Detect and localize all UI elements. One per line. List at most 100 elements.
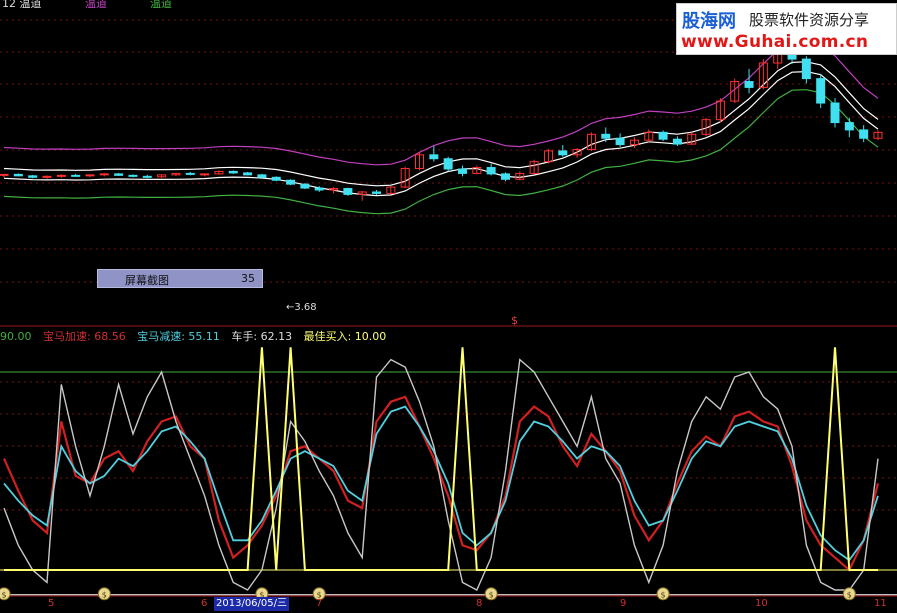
legend-jiansu: 宝马减速: 55.11 [137, 330, 220, 343]
x-tick: 9 [620, 598, 627, 609]
candle [128, 174, 138, 178]
legend-chezhou: 车手: 62.13 [231, 330, 293, 343]
candle-body [744, 81, 754, 88]
logo-slogan: 股票软件资源分享 [749, 11, 870, 29]
legend-jiasu: 宝马加速: 68.56 [43, 330, 126, 343]
candle [0, 173, 9, 178]
candle-body [801, 58, 811, 80]
candle-body [85, 174, 95, 177]
candle [343, 187, 353, 196]
price-low-label: ←3.68 [286, 302, 317, 313]
upper-band [3, 40, 879, 166]
candle-body [142, 175, 152, 178]
main-chart[interactable]: $ $ $ $ $ $ $ [0, 0, 897, 613]
candle [615, 133, 625, 148]
candle-body [128, 174, 138, 177]
candle [257, 173, 267, 178]
candle [214, 170, 224, 175]
candle [844, 117, 854, 138]
indicator-lines [0, 347, 897, 596]
candle [515, 171, 525, 181]
candle-body [372, 191, 382, 194]
candle [816, 73, 826, 108]
candle [357, 190, 367, 201]
candle [71, 173, 81, 177]
candle-body [429, 154, 439, 160]
candle [744, 68, 754, 94]
series-line [4, 347, 878, 571]
candle-body [844, 122, 854, 131]
price-bands [3, 40, 879, 215]
candle [243, 171, 253, 176]
candle [801, 56, 811, 84]
legend-first-value: 90.00 [0, 330, 32, 343]
candle [13, 173, 23, 177]
candle-body [28, 175, 38, 178]
candle [486, 163, 496, 176]
candle-body [658, 131, 668, 140]
candle [286, 179, 296, 186]
candle-body [200, 173, 210, 176]
candle-body [558, 150, 568, 156]
candle-body [486, 167, 496, 175]
candle-body [830, 102, 840, 124]
screenshot-number: 35 [241, 272, 255, 285]
candle [543, 148, 553, 164]
candle [672, 136, 682, 147]
candle-body [286, 179, 296, 185]
candle-body [457, 168, 467, 174]
candle [142, 174, 152, 179]
candle-body [13, 173, 23, 177]
candle [644, 129, 654, 143]
candle-body [56, 174, 66, 177]
candle-body [816, 78, 826, 104]
candle-body [0, 173, 9, 176]
candle [457, 165, 467, 177]
candle [99, 172, 109, 177]
indicator-legend: 90.00 宝马加速: 68.56 宝马减速: 55.11 车手: 62.13 … [0, 328, 394, 344]
candle [386, 186, 396, 195]
candle [228, 170, 238, 174]
x-axis: 5 6 7 8 9 10 11 [0, 596, 897, 613]
x-tick: 8 [476, 598, 483, 609]
logo-name: 股海网 [682, 11, 736, 32]
candle-body [601, 133, 611, 139]
candle-body [114, 173, 124, 176]
candle [85, 174, 95, 178]
screenshot-popup[interactable]: 屏幕截图 35 [97, 269, 263, 288]
candle [28, 174, 38, 179]
candle-body [185, 172, 195, 175]
guhai-logo[interactable]: 股海网 股票软件资源分享 www.Guhai.com.cn [676, 3, 897, 55]
candle [56, 174, 66, 178]
candle-body [300, 183, 310, 189]
candle [157, 174, 167, 178]
candle [171, 172, 181, 176]
x-tick: 5 [48, 598, 55, 609]
candle [472, 165, 482, 175]
candle [658, 130, 668, 142]
candle [185, 171, 195, 176]
signal-marker: $ [511, 314, 518, 327]
candle [415, 151, 425, 171]
candle [859, 125, 869, 143]
candle-body [257, 174, 267, 178]
candle [500, 172, 510, 182]
candle [529, 159, 539, 175]
candle-body [859, 129, 869, 139]
x-tick: 11 [874, 598, 887, 609]
candlesticks [0, 39, 883, 201]
candle-body [314, 187, 324, 191]
candle [830, 98, 840, 128]
candle [400, 166, 410, 189]
candle-body [615, 137, 625, 146]
candle [758, 59, 768, 90]
candle-body [500, 173, 510, 180]
candle [372, 190, 382, 195]
grid-lines [0, 19, 897, 597]
top-header-left: 12 温道 [2, 0, 42, 10]
candle-body [672, 138, 682, 145]
candle [687, 132, 697, 146]
candle [586, 132, 596, 151]
candle [329, 187, 339, 194]
legend-buy: 最佳买入: 10.00 [303, 330, 387, 343]
